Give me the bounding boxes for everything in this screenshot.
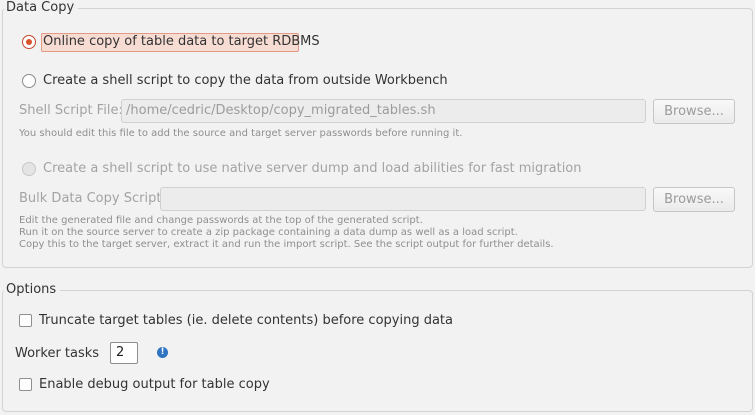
- data-copy-title: Data Copy: [4, 0, 79, 16]
- bulk-note-line-3: Copy this to the target server, extract …: [19, 239, 554, 250]
- shell-script-file-input[interactable]: /home/cedric/Desktop/copy_migrated_table…: [121, 99, 646, 123]
- bulk-note-line-2: Run it on the source server to create a …: [19, 227, 518, 238]
- shell-script-radio[interactable]: [22, 74, 36, 88]
- native-dump-label[interactable]: Create a shell script to use native serv…: [43, 161, 582, 177]
- online-copy-label[interactable]: Online copy of table data to target RDBM…: [43, 34, 320, 50]
- online-copy-radio[interactable]: [22, 35, 36, 49]
- shell-script-label[interactable]: Create a shell script to copy the data f…: [43, 73, 448, 89]
- shell-script-note: You should edit this file to add the sou…: [19, 128, 463, 139]
- options-title: Options: [4, 282, 61, 298]
- truncate-checkbox[interactable]: [19, 314, 32, 327]
- shell-script-browse-button[interactable]: Browse...: [653, 99, 735, 124]
- bulk-script-label: Bulk Data Copy Script:: [19, 191, 166, 206]
- bulk-note-line-1: Edit the generated file and change passw…: [19, 215, 423, 226]
- shell-script-file-label: Shell Script File:: [19, 103, 123, 118]
- truncate-label[interactable]: Truncate target tables (ie. delete conte…: [39, 313, 453, 329]
- debug-output-checkbox[interactable]: [19, 378, 32, 391]
- debug-output-label[interactable]: Enable debug output for table copy: [39, 377, 270, 393]
- worker-tasks-input[interactable]: 2: [110, 342, 138, 364]
- bulk-script-input[interactable]: [160, 187, 646, 211]
- native-dump-radio[interactable]: [22, 162, 36, 176]
- info-icon: !: [157, 347, 168, 358]
- worker-tasks-label: Worker tasks: [15, 346, 100, 361]
- bulk-script-browse-button[interactable]: Browse...: [653, 187, 735, 212]
